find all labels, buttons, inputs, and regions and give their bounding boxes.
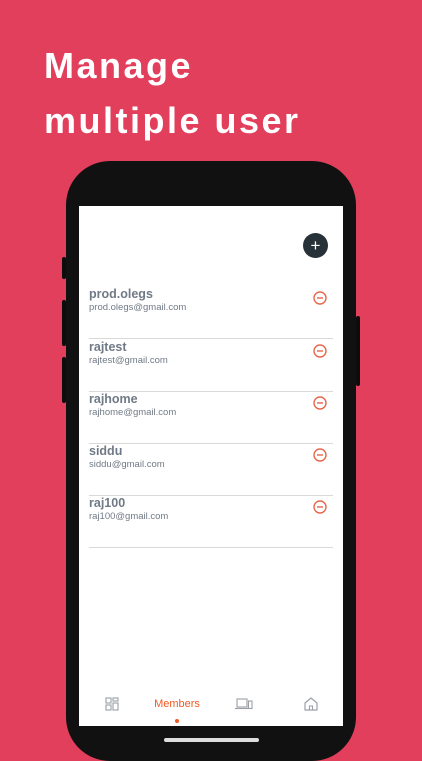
remove-member-icon[interactable] <box>313 500 327 514</box>
member-email: prod.olegs@gmail.com <box>89 302 187 313</box>
dashboard-icon <box>105 697 119 711</box>
member-email: rajtest@gmail.com <box>89 355 168 366</box>
headline-line-1: Manage <box>44 45 194 86</box>
devices-icon <box>235 698 253 710</box>
plus-icon: + <box>310 236 321 255</box>
remove-member-icon[interactable] <box>313 396 327 410</box>
member-email: rajhome@gmail.com <box>89 407 177 418</box>
app-screen: + prod.olegs prod.olegs@gmail.com rajtes… <box>79 206 343 726</box>
member-name: rajtest <box>89 340 127 354</box>
phone-side-button <box>356 316 360 386</box>
phone-side-button <box>62 300 66 346</box>
tab-members-label: Members <box>154 698 200 710</box>
member-row[interactable]: raj100 raj100@gmail.com <box>89 496 333 548</box>
headline: Manage multiple user <box>44 38 301 148</box>
headline-line-2: multiple user <box>44 100 301 141</box>
bottom-tab-bar: Members <box>79 692 343 726</box>
member-name: rajhome <box>89 392 138 406</box>
tab-dashboard[interactable] <box>101 692 123 716</box>
tab-home[interactable] <box>300 692 322 716</box>
active-tab-indicator <box>175 719 179 723</box>
remove-member-icon[interactable] <box>313 344 327 358</box>
member-row[interactable]: prod.olegs prod.olegs@gmail.com <box>89 287 333 339</box>
tab-members[interactable]: Members <box>149 692 205 716</box>
add-member-button[interactable]: + <box>303 233 328 258</box>
phone-side-button <box>62 357 66 403</box>
member-name: siddu <box>89 444 123 458</box>
remove-member-icon[interactable] <box>313 448 327 462</box>
member-name: prod.olegs <box>89 287 153 301</box>
member-row[interactable]: rajtest rajtest@gmail.com <box>89 340 333 392</box>
tab-devices[interactable] <box>233 692 255 716</box>
remove-member-icon[interactable] <box>313 291 327 305</box>
member-row[interactable]: siddu siddu@gmail.com <box>89 444 333 496</box>
member-row[interactable]: rajhome rajhome@gmail.com <box>89 392 333 444</box>
phone-side-button <box>62 257 66 279</box>
member-name: raj100 <box>89 496 126 510</box>
member-email: raj100@gmail.com <box>89 511 169 522</box>
member-email: siddu@gmail.com <box>89 459 165 470</box>
home-icon <box>304 697 318 711</box>
home-indicator-bar <box>164 738 259 742</box>
